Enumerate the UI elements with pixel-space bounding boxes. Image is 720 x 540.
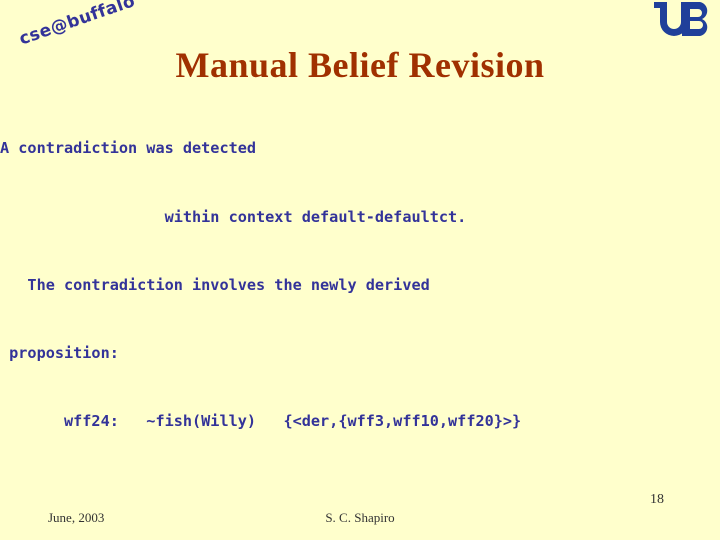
slide-footer: June, 2003 S. C. Shapiro: [0, 510, 720, 534]
console-line: proposition:: [0, 343, 119, 362]
slide: cse@buffalo Manual Belief Revision A con…: [0, 0, 720, 540]
ub-logo-icon: [654, 2, 708, 36]
page-title: Manual Belief Revision: [175, 45, 545, 85]
console-line: within context default-defaultct.: [0, 207, 467, 226]
ub-logo: [652, 0, 714, 38]
console-line: A contradiction was detected: [0, 139, 257, 158]
cse-buffalo-wordmark-text: cse@buffalo: [16, 0, 138, 50]
page-number: 18: [650, 492, 664, 507]
console-transcript: A contradiction was detected within cont…: [0, 92, 720, 540]
footer-author: S. C. Shapiro: [325, 510, 395, 525]
console-line: wff24: ~fish(Willy) {<der,{wff3,wff10,wf…: [0, 411, 522, 430]
console-line: The contradiction involves the newly der…: [0, 275, 430, 294]
